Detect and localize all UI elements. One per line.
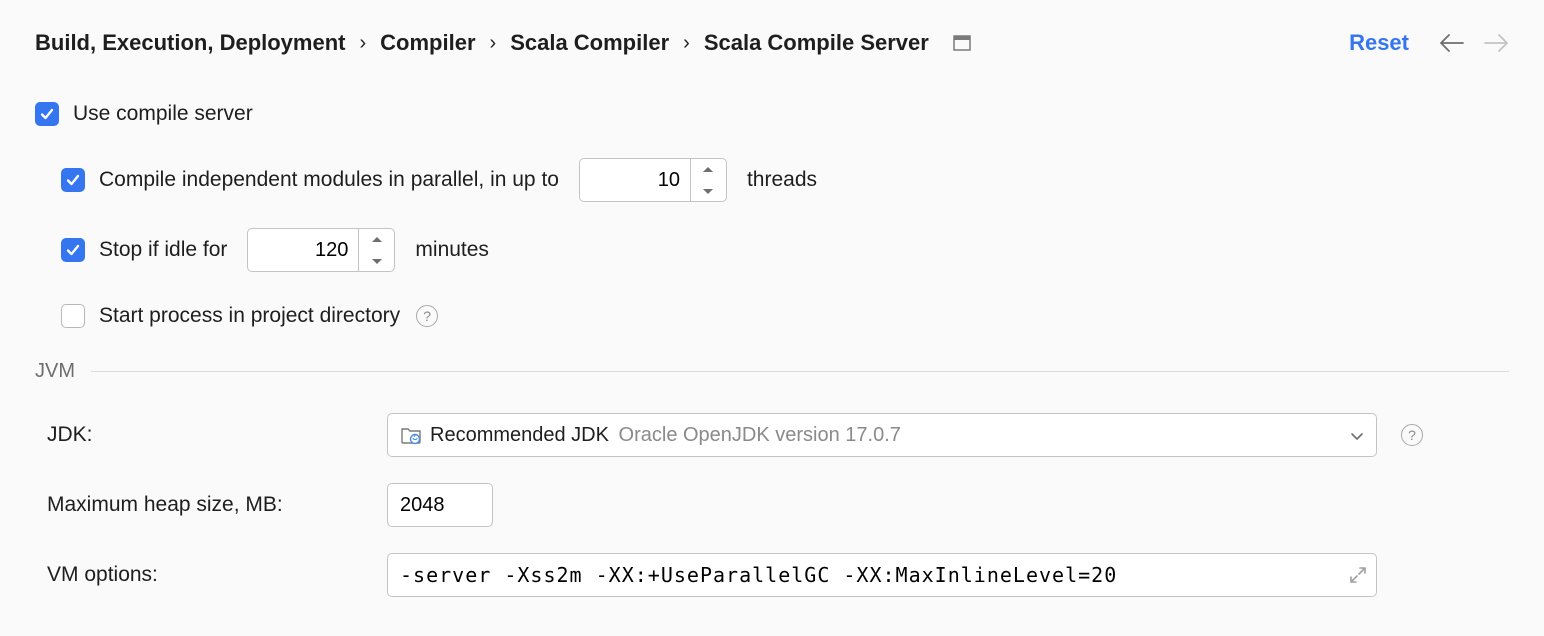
window-icon[interactable] bbox=[953, 35, 971, 51]
stop-idle-checkbox[interactable] bbox=[61, 238, 85, 262]
breadcrumb-item[interactable]: Scala Compiler bbox=[510, 30, 669, 56]
expand-field-icon[interactable] bbox=[1349, 566, 1367, 584]
spinner-down-button[interactable] bbox=[691, 180, 726, 201]
help-icon[interactable]: ? bbox=[416, 305, 438, 327]
breadcrumb-item[interactable]: Compiler bbox=[380, 30, 475, 56]
breadcrumb: Build, Execution, Deployment › Compiler … bbox=[35, 30, 971, 56]
heap-size-label: Maximum heap size, MB: bbox=[47, 493, 387, 517]
jdk-select[interactable]: Recommended JDK Oracle OpenJDK version 1… bbox=[387, 413, 1377, 457]
parallel-modules-checkbox[interactable] bbox=[61, 168, 85, 192]
heap-size-input[interactable] bbox=[387, 483, 493, 527]
parallel-modules-label: Compile independent modules in parallel,… bbox=[99, 168, 559, 192]
jdk-label: JDK: bbox=[47, 423, 387, 447]
use-compile-server-label: Use compile server bbox=[73, 102, 253, 126]
jdk-selected-main: Recommended JDK bbox=[430, 424, 609, 446]
vm-options-input[interactable] bbox=[387, 553, 1377, 597]
stop-idle-label: Stop if idle for bbox=[99, 238, 227, 262]
start-project-dir-checkbox[interactable] bbox=[61, 304, 85, 328]
spinner-up-button[interactable] bbox=[691, 159, 726, 180]
spinner-down-button[interactable] bbox=[359, 250, 394, 271]
vm-options-label: VM options: bbox=[47, 563, 387, 587]
section-divider bbox=[91, 371, 1509, 372]
minutes-suffix-label: minutes bbox=[415, 238, 489, 262]
chevron-right-icon: › bbox=[683, 32, 690, 55]
breadcrumb-item[interactable]: Build, Execution, Deployment bbox=[35, 30, 345, 56]
threads-suffix-label: threads bbox=[747, 168, 817, 192]
help-icon[interactable]: ? bbox=[1401, 424, 1423, 446]
parallel-threads-input[interactable] bbox=[580, 159, 690, 201]
jdk-folder-icon bbox=[400, 425, 422, 445]
jdk-selected-sub: Oracle OpenJDK version 17.0.7 bbox=[619, 424, 901, 446]
chevron-down-icon bbox=[1350, 424, 1364, 447]
spinner-up-button[interactable] bbox=[359, 229, 394, 250]
breadcrumb-item-current: Scala Compile Server bbox=[704, 30, 929, 56]
chevron-right-icon: › bbox=[490, 32, 497, 55]
forward-button[interactable] bbox=[1483, 33, 1509, 53]
use-compile-server-checkbox[interactable] bbox=[35, 102, 59, 126]
start-project-dir-label: Start process in project directory bbox=[99, 304, 400, 328]
stop-idle-minutes-input[interactable] bbox=[248, 229, 358, 271]
jvm-section-title: JVM bbox=[35, 360, 75, 383]
chevron-right-icon: › bbox=[359, 32, 366, 55]
back-button[interactable] bbox=[1439, 33, 1465, 53]
reset-button[interactable]: Reset bbox=[1349, 30, 1409, 56]
